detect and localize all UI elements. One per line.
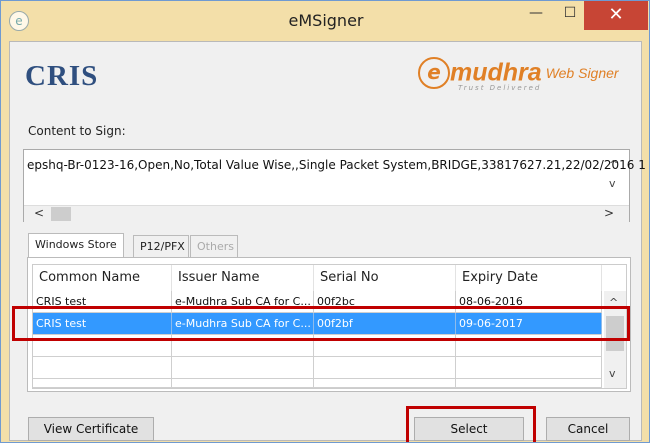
tab-windows-store[interactable]: Windows Store — [28, 233, 124, 257]
scroll-left-icon[interactable]: < — [34, 206, 44, 220]
minimize-button[interactable]: — — [521, 1, 551, 26]
content-label: Content to Sign: — [28, 124, 126, 138]
maximize-button[interactable]: ☐ — [555, 1, 585, 26]
column-header-serial-no[interactable]: Serial No — [314, 265, 456, 291]
dialog-body: CRIS e mudhra Web Signer Trust Delivered C… — [9, 41, 646, 441]
grid-scroll-down-icon[interactable]: v — [609, 367, 616, 380]
select-button-highlight-box — [406, 406, 536, 442]
column-header-issuer-name[interactable]: Issuer Name — [172, 265, 314, 291]
cell-expiry-date — [456, 379, 602, 388]
cell-issuer-name — [172, 379, 314, 388]
emudhra-tagline: Trust Delivered — [458, 84, 542, 92]
emudhra-e-icon: e — [418, 57, 450, 89]
content-scroll-up-icon[interactable]: ^ — [609, 158, 618, 171]
scroll-right-icon[interactable]: > — [604, 206, 614, 220]
cell-common-name — [33, 379, 172, 388]
cell-common-name — [33, 357, 172, 378]
title-bar[interactable]: e eMSigner — ☐ ✕ — [1, 1, 649, 41]
table-row[interactable] — [33, 357, 602, 379]
web-signer-label: Web Signer — [545, 65, 619, 81]
tab-others: Others — [190, 235, 238, 257]
selected-row-highlight-box — [12, 306, 630, 341]
content-to-sign-box[interactable]: epshq-Br-0123-16,Open,No,Total Value Wis… — [23, 149, 646, 222]
table-row[interactable] — [33, 379, 602, 388]
hscroll-thumb[interactable] — [51, 207, 71, 221]
emudhra-name: mudhra — [450, 58, 542, 87]
window-title: eMSigner — [288, 11, 364, 30]
cell-issuer-name — [172, 357, 314, 378]
content-scroll-down-icon[interactable]: v — [609, 177, 616, 190]
content-hscrollbar[interactable]: < > — [24, 205, 629, 222]
tab-p12-pfx[interactable]: P12/PFX — [133, 235, 189, 257]
cell-serial-no — [314, 357, 456, 378]
column-header-expiry-date[interactable]: Expiry Date — [456, 265, 602, 291]
view-certificate-button[interactable]: View Certificate — [28, 417, 154, 441]
content-text: epshq-Br-0123-16,Open,No,Total Value Wis… — [27, 158, 646, 172]
cell-expiry-date — [456, 357, 602, 378]
cris-logo: CRIS — [25, 60, 99, 92]
close-button[interactable]: ✕ — [584, 1, 648, 30]
cancel-button[interactable]: Cancel — [546, 417, 630, 441]
emsigner-window: e eMSigner — ☐ ✕ CRIS e mudhra Web Signer … — [0, 0, 650, 443]
cell-serial-no — [314, 379, 456, 388]
column-header-common-name[interactable]: Common Name — [33, 265, 172, 291]
